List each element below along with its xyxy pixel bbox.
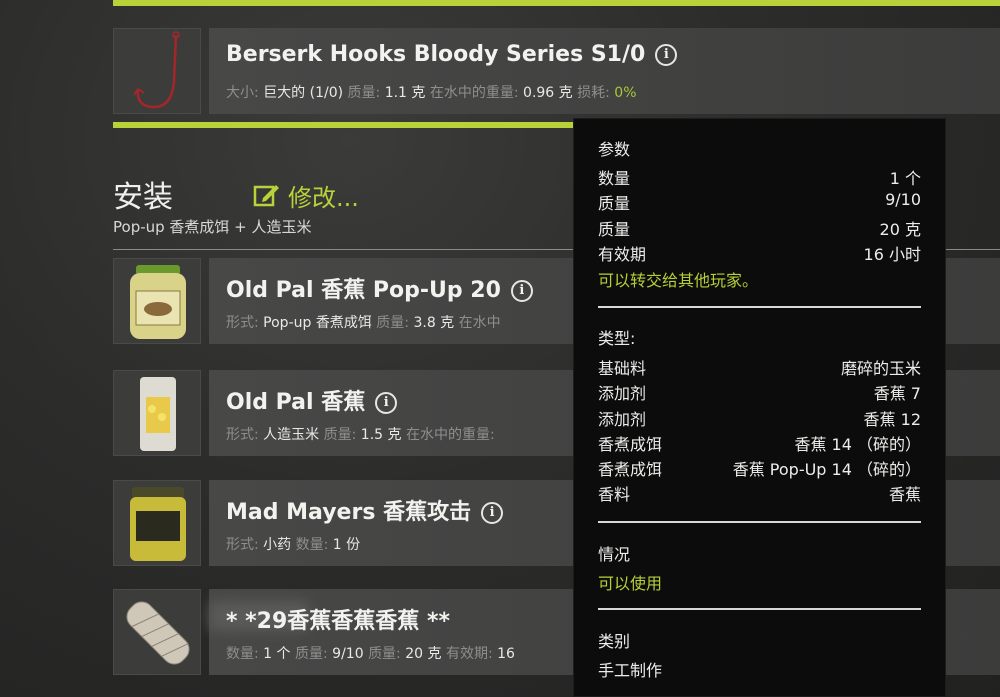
hook-icon <box>133 31 180 109</box>
info-icon[interactable]: i <box>655 44 678 66</box>
corn-pack-thumbnail <box>113 370 201 456</box>
tooltip-type-title: 类型: <box>598 329 636 348</box>
groundbait-tub-icon <box>130 487 186 561</box>
hook-item[interactable]: Berserk Hooks Bloody Series S1/0 i 大小: 巨大… <box>113 28 1000 114</box>
info-icon[interactable]: i <box>481 502 504 524</box>
tooltip-transfer-note: 可以转交给其他玩家。 <box>598 271 759 290</box>
tooltip-param-row: 质量 20 克 <box>598 220 921 239</box>
section-title: 安装 <box>113 180 173 215</box>
tooltip-type-row: 添加剂 香蕉 12 <box>598 410 921 429</box>
tooltip-category-value: 手工制作 <box>598 661 663 680</box>
edit-icon <box>253 185 279 207</box>
tooltip-type-row: 香煮成饵 香蕉 Pop-Up 14 （碎的） <box>598 460 921 479</box>
edit-button[interactable]: 修改... <box>252 178 359 213</box>
hook-accent-bar <box>113 122 573 128</box>
tub-thumbnail <box>113 480 201 566</box>
tooltip-type-row: 香煮成饵 香蕉 14 （碎的） <box>598 435 921 454</box>
tooltip-type-row: 香料 香蕉 <box>598 485 921 504</box>
jar-thumbnail <box>113 258 201 344</box>
hook-thumbnail <box>113 28 201 114</box>
tooltip-status-title: 情况 <box>598 545 631 564</box>
info-icon[interactable]: i <box>510 280 533 302</box>
tooltip-type-row: 基础料 磨碎的玉米 <box>598 359 921 378</box>
tooltip-separator <box>598 306 921 308</box>
pva-mesh-icon <box>126 601 190 665</box>
tooltip-param-row: 有效期 16 小时 <box>598 245 921 264</box>
tooltip-status-value: 可以使用 <box>598 574 663 593</box>
tooltip-type-row: 添加剂 香蕉 7 <box>598 384 921 403</box>
tooltip-separator <box>598 608 921 610</box>
tooltip-param-row: 质量 9/10 <box>598 190 921 213</box>
item-tooltip: 参数 数量 1 个 质量 9/10 质量 20 克 有效期 16 小时 可以转交给其他玩… <box>573 118 946 697</box>
hook-info: Berserk Hooks Bloody Series S1/0 i 大小: 巨大… <box>209 28 1000 114</box>
corn-pack-icon <box>140 377 176 451</box>
info-icon[interactable]: i <box>375 392 398 414</box>
top-accent-bar <box>113 0 1000 6</box>
tooltip-param-row: 数量 1 个 <box>598 169 921 188</box>
tooltip-separator <box>598 521 921 523</box>
tooltip-category-title: 类别 <box>598 632 631 651</box>
tooltip-params-title: 参数 <box>598 140 631 159</box>
popup-jar-icon <box>130 265 186 339</box>
mesh-thumbnail <box>113 589 201 675</box>
item-title: Berserk Hooks Bloody Series S1/0 i <box>226 42 678 67</box>
item-meta: 大小: 巨大的 (1/0) 质量: 1.1 克 在水中的重量: 0.96 克 损… <box>226 85 637 101</box>
section-subtitle: Pop-up 香煮成饵 + 人造玉米 <box>113 218 312 236</box>
